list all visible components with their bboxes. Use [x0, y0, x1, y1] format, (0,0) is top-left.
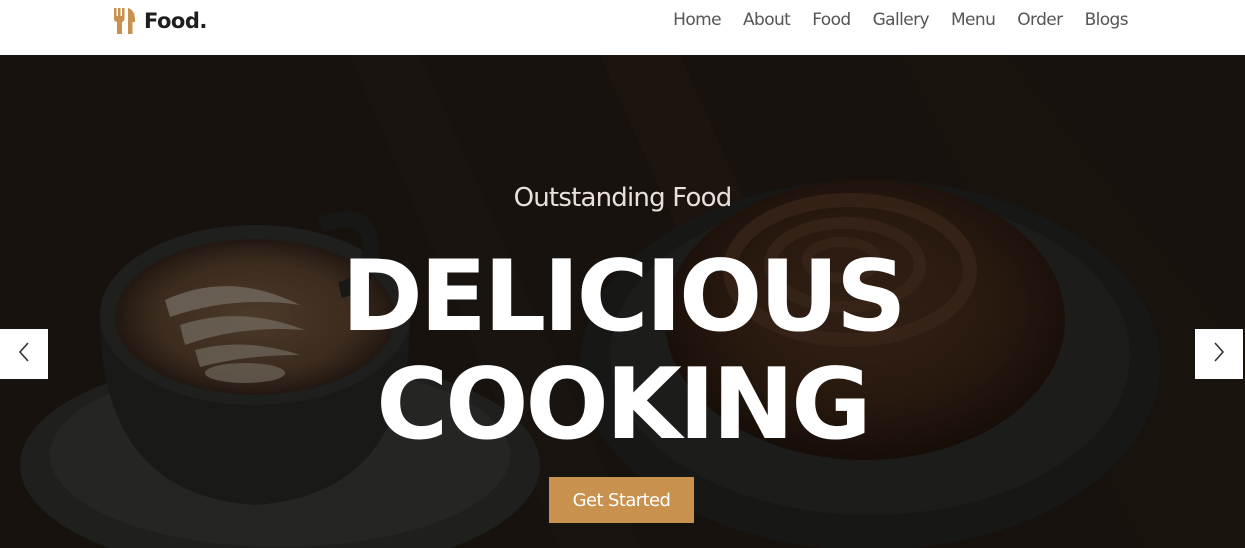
nav-item-gallery[interactable]: Gallery: [873, 8, 930, 32]
fork-knife-icon: [114, 8, 136, 34]
carousel-prev-button[interactable]: [0, 329, 48, 379]
carousel-next-button[interactable]: [1195, 329, 1243, 379]
hero-subtitle: Outstanding Food: [513, 183, 733, 213]
get-started-button[interactable]: Get Started: [549, 477, 694, 523]
nav-item-order[interactable]: Order: [1017, 8, 1063, 32]
navbar: Food. Home About Food Gallery Menu Order…: [0, 0, 1245, 55]
nav-item-menu[interactable]: Menu: [951, 8, 996, 32]
hero-carousel: Outstanding Food DELICIOUS COOKING Get S…: [0, 55, 1245, 548]
hero-title-line-2: COOKING: [376, 348, 871, 462]
nav-item-about[interactable]: About: [743, 8, 791, 32]
chevron-right-icon: [1212, 341, 1226, 368]
nav-item-home[interactable]: Home: [673, 8, 721, 32]
brand-logo[interactable]: Food.: [114, 6, 207, 36]
chevron-left-icon: [17, 341, 31, 368]
nav-item-food[interactable]: Food: [812, 8, 851, 32]
nav-item-blogs[interactable]: Blogs: [1085, 8, 1129, 32]
hero-title: DELICIOUS COOKING: [0, 243, 1245, 459]
main-nav: Home About Food Gallery Menu Order Blogs: [651, 8, 1128, 32]
hero-title-line-1: DELICIOUS: [341, 240, 906, 354]
brand-name: Food.: [144, 9, 207, 33]
